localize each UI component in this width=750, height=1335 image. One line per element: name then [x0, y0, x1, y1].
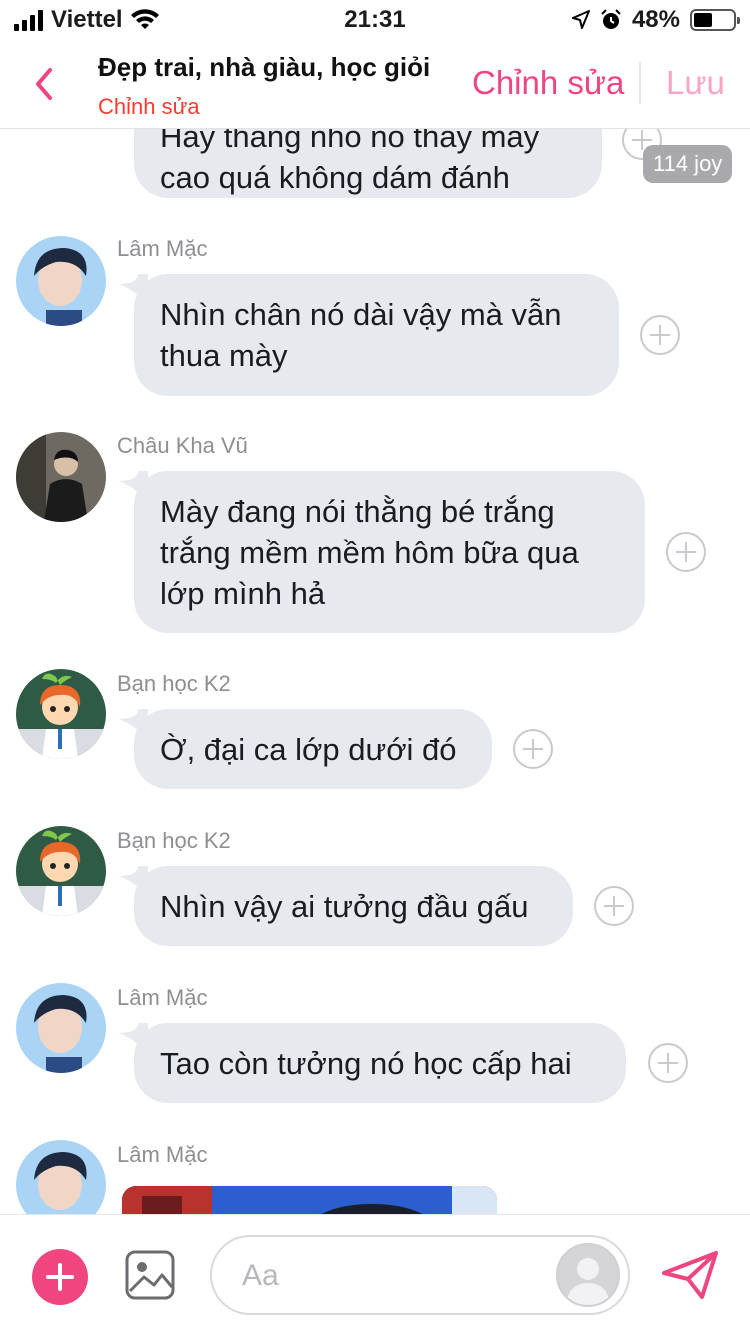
message-line: lớp mình hả — [160, 575, 326, 611]
avatar-lam-mac[interactable] — [16, 1140, 106, 1214]
add-reaction-button[interactable] — [666, 532, 706, 572]
message-line: Nhìn chân nó dài vậy mà vẫn — [160, 297, 562, 332]
persona-avatar-icon[interactable] — [556, 1243, 620, 1307]
image-picker-icon[interactable] — [124, 1249, 176, 1301]
avatar-lam-mac[interactable] — [16, 236, 106, 326]
header-divider — [639, 62, 641, 104]
message-bubble[interactable]: Ờ, đại ca lớp dưới đó — [118, 709, 492, 789]
alarm-icon — [601, 9, 621, 29]
sender-name: Bạn học K2 — [117, 828, 231, 853]
avatar-ban-hoc-k2[interactable] — [16, 826, 106, 916]
add-reaction-button[interactable] — [648, 1043, 688, 1083]
message-line: Mày đang nói thằng bé trắng — [160, 493, 555, 529]
sender-name: Lâm Mặc — [117, 236, 208, 261]
reaction-count-badge: 114 joy — [643, 145, 733, 183]
chat-subtitle-edit[interactable]: Chỉnh sửa — [98, 94, 200, 120]
chat-header: Đẹp trai, nhà giàu, học giỏi Chỉnh sửa C… — [0, 40, 750, 129]
location-icon — [571, 10, 590, 29]
message-line: Nhìn vậy ai tưởng đầu gấu — [160, 888, 529, 924]
send-icon[interactable] — [660, 1249, 720, 1301]
battery-percent: 48% — [631, 6, 680, 33]
composer-bar — [0, 1214, 750, 1335]
image-message[interactable] — [122, 1186, 497, 1214]
edit-button[interactable]: Chỉnh sửa — [472, 64, 624, 102]
message-line: cao quá không dám đánh — [160, 160, 510, 195]
message-line: Ờ, đại ca lớp dưới đó — [160, 731, 457, 767]
message-input[interactable] — [240, 1253, 544, 1299]
chat-title: Đẹp trai, nhà giàu, học giỏi — [98, 52, 431, 82]
status-bar: Viettel 21:31 48% — [0, 0, 750, 40]
message-bubble[interactable]: Hay thằng nhỏ nó thấy mày cao quá không … — [134, 128, 602, 198]
avatar-chau-kha-vu[interactable] — [16, 432, 106, 522]
message-bubble[interactable]: Nhìn chân nó dài vậy mà vẫn thua mày — [118, 274, 619, 396]
message-list[interactable]: Hay thằng nhỏ nó thấy mày cao quá không … — [0, 128, 750, 1214]
sender-name: Lâm Mặc — [117, 1142, 208, 1167]
avatar-ban-hoc-k2[interactable] — [16, 669, 106, 759]
back-chevron-icon[interactable] — [28, 62, 64, 106]
add-reaction-button[interactable] — [640, 315, 680, 355]
message-line: Hay thằng nhỏ nó thấy mày — [160, 128, 540, 154]
sender-name: Bạn học K2 — [117, 671, 231, 696]
avatar-lam-mac[interactable] — [16, 983, 106, 1073]
message-input-container[interactable] — [210, 1235, 630, 1315]
message-bubble[interactable]: Tao còn tưởng nó học cấp hai — [118, 1023, 626, 1103]
add-reaction-button[interactable] — [594, 886, 634, 926]
add-attachment-button[interactable] — [32, 1249, 88, 1305]
add-reaction-button[interactable] — [513, 729, 553, 769]
message-line: Tao còn tưởng nó học cấp hai — [160, 1045, 572, 1081]
sender-name: Châu Kha Vũ — [117, 433, 248, 458]
message-line: thua mày — [160, 338, 288, 373]
message-bubble[interactable]: Nhìn vậy ai tưởng đầu gấu — [118, 866, 573, 946]
sender-name: Lâm Mặc — [117, 985, 208, 1010]
message-line: trắng mềm mềm hôm bữa qua — [160, 534, 579, 570]
battery-icon — [690, 9, 740, 31]
message-bubble[interactable]: Mày đang nói thằng bé trắng trắng mềm mề… — [118, 471, 645, 633]
save-button[interactable]: Lưu — [666, 64, 725, 102]
